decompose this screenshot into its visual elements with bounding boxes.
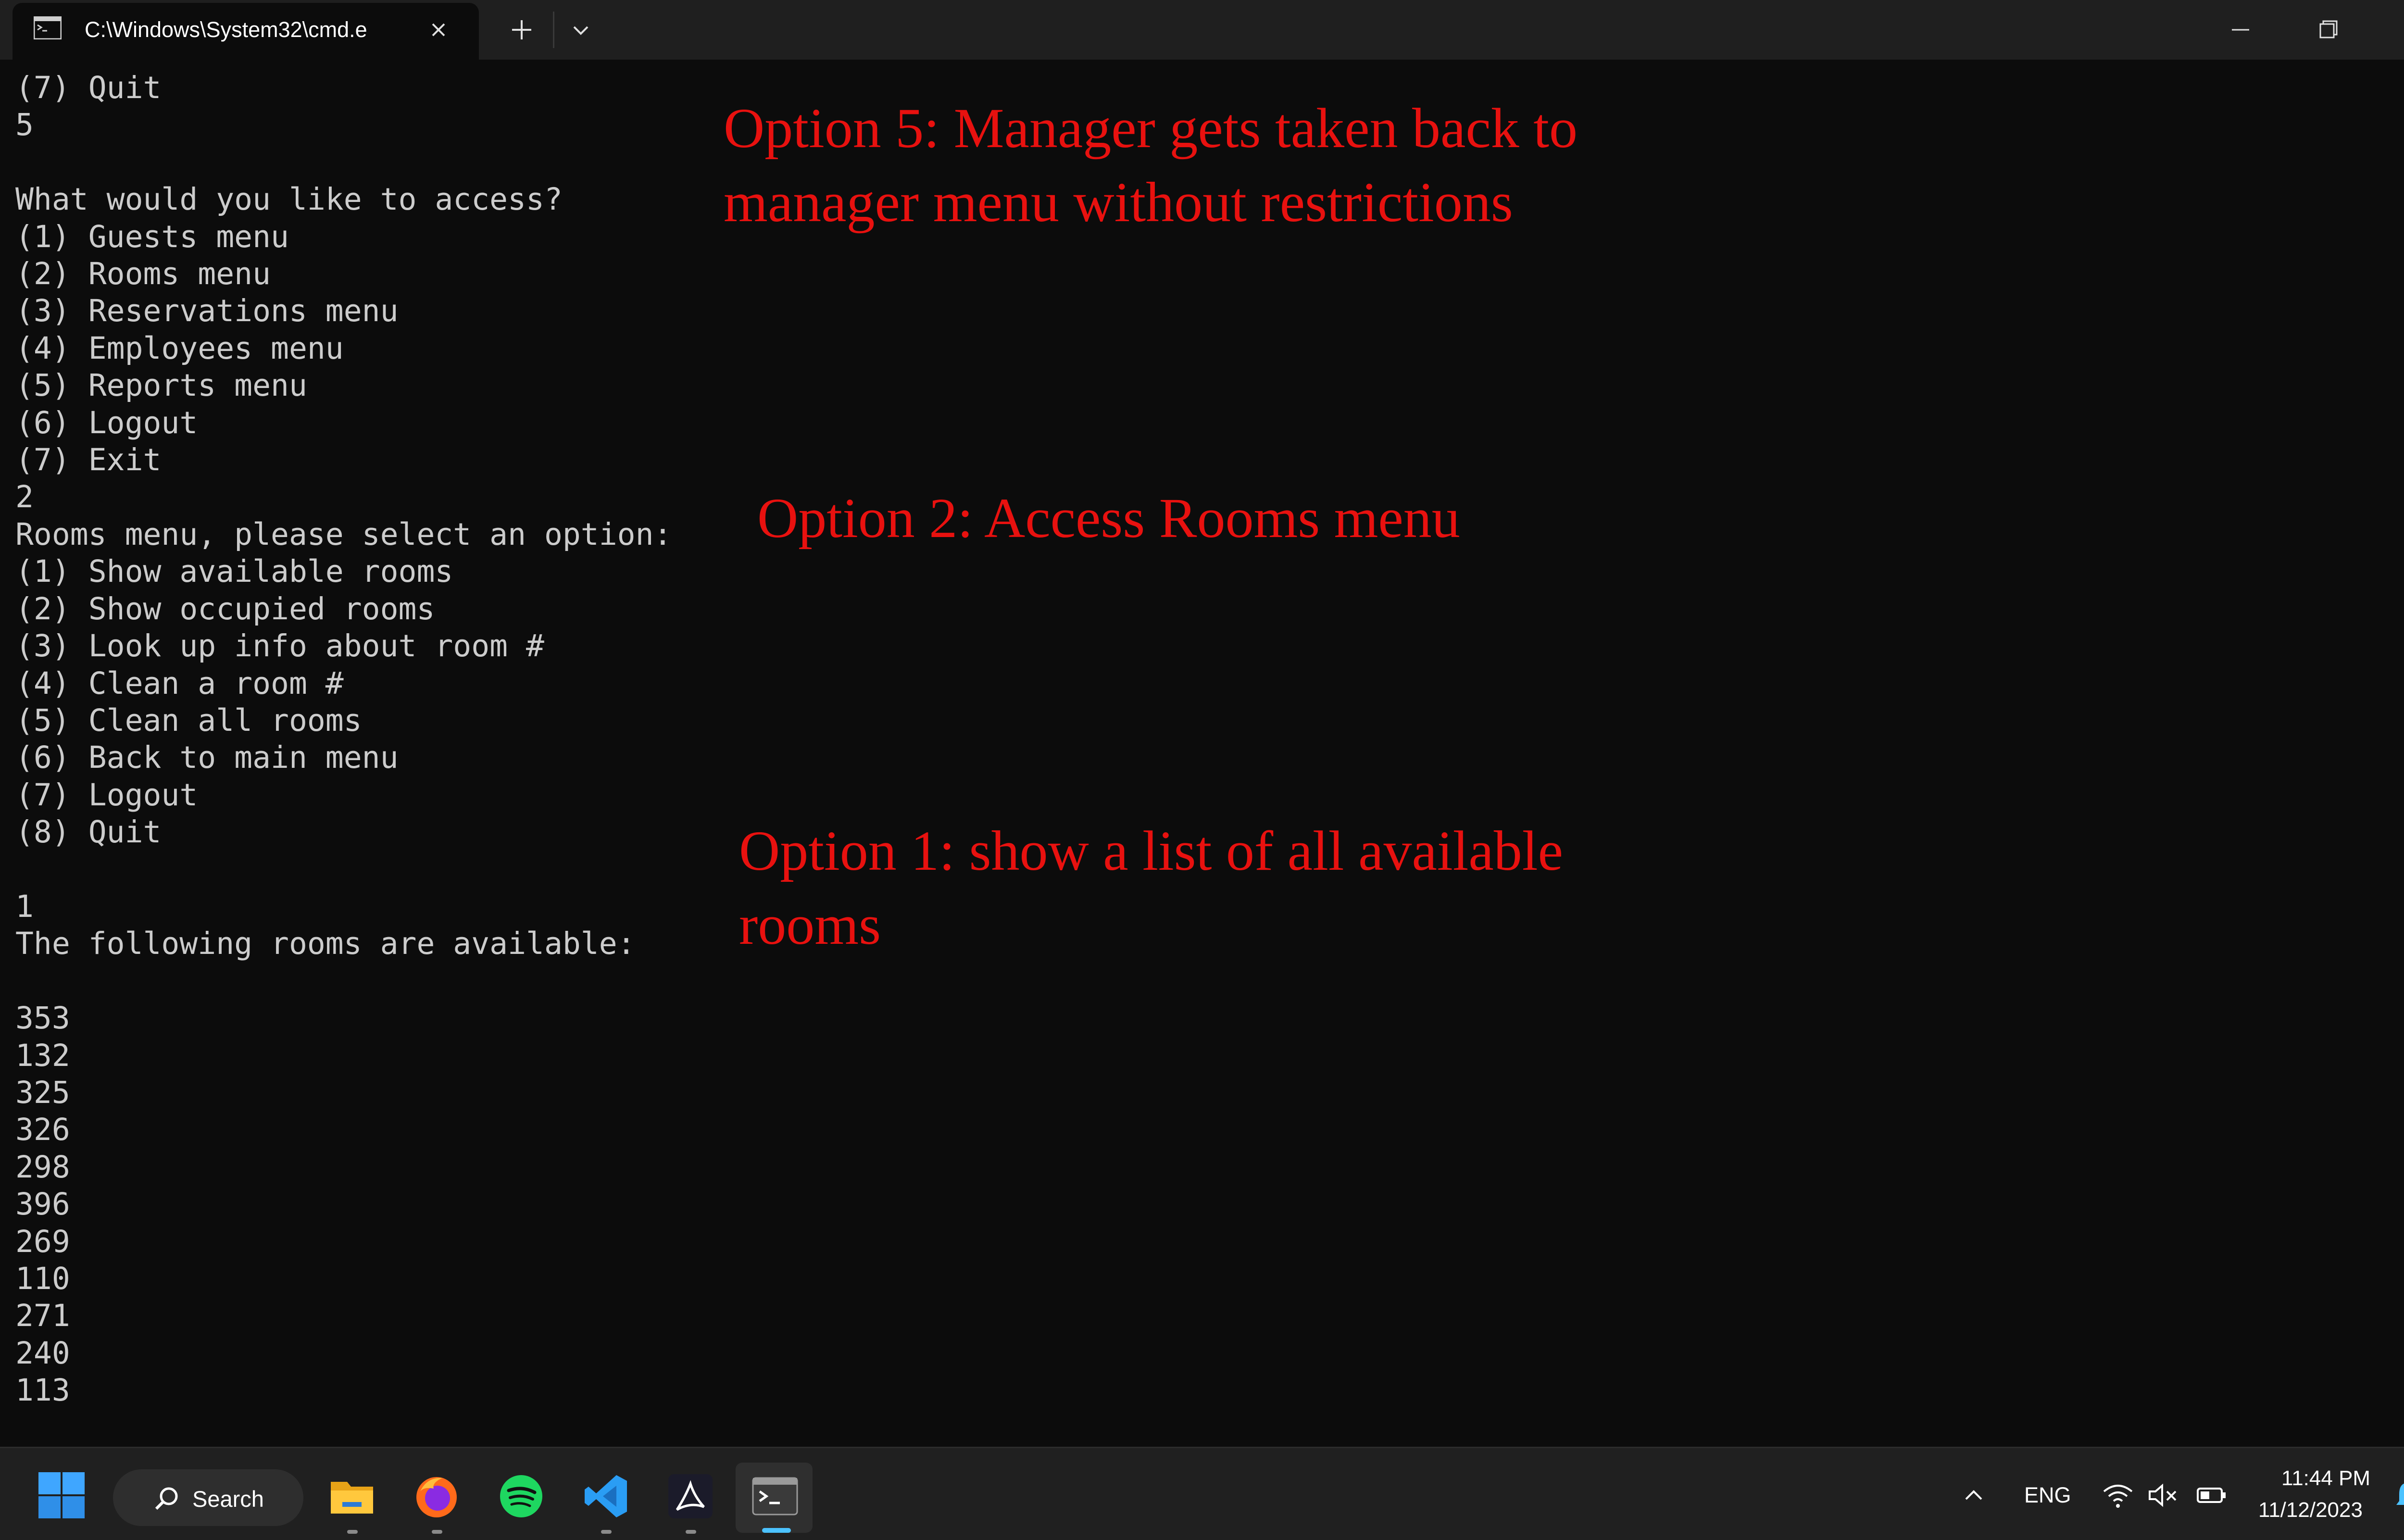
notification-bell-icon[interactable] bbox=[2393, 1479, 2404, 1513]
terminal-line: 298 bbox=[15, 1149, 70, 1185]
firefox-running-indicator bbox=[432, 1530, 442, 1534]
volume-muted-icon[interactable] bbox=[2147, 1480, 2180, 1511]
annotation-option5: Option 5: Manager gets taken back to man… bbox=[724, 97, 1578, 234]
terminal-line: Rooms menu, please select an option: bbox=[15, 516, 672, 552]
clock-time[interactable]: 11:44 PM bbox=[2281, 1466, 2370, 1490]
wifi-icon[interactable] bbox=[2101, 1480, 2135, 1511]
cmd-icon bbox=[34, 16, 62, 39]
terminal-line: (6) Logout bbox=[15, 405, 198, 440]
terminal-line: 325 bbox=[15, 1075, 70, 1110]
terminal-line: (6) Back to main menu bbox=[15, 740, 399, 776]
terminal-line: 269 bbox=[15, 1224, 70, 1259]
tab-cmd[interactable]: C:\Windows\System32\cmd.e bbox=[13, 3, 479, 60]
tab-title: C:\Windows\System32\cmd.e bbox=[85, 17, 367, 42]
terminal-line: (1) Show available rooms bbox=[15, 554, 453, 589]
acrobat-icon[interactable] bbox=[666, 1472, 714, 1520]
terminal-line: 110 bbox=[15, 1261, 70, 1296]
terminal-icon[interactable] bbox=[751, 1472, 799, 1520]
taskbar: Search ENG 11:44 PM 11/12/2023 bbox=[0, 1447, 2404, 1540]
spotify-icon[interactable] bbox=[497, 1472, 545, 1520]
chevron-up-icon[interactable] bbox=[1959, 1483, 1988, 1507]
terminal-line: 2 bbox=[15, 479, 34, 515]
terminal-line: 271 bbox=[15, 1298, 70, 1334]
vscode-icon[interactable] bbox=[582, 1472, 630, 1520]
terminal-line: 353 bbox=[15, 1001, 70, 1036]
close-window-icon[interactable] bbox=[2373, 0, 2404, 60]
tab-separator bbox=[553, 12, 554, 48]
terminal-line: (4) Employees menu bbox=[15, 330, 344, 366]
terminal-line: (7) Quit bbox=[15, 70, 162, 105]
new-tab-plus-icon[interactable] bbox=[502, 11, 541, 49]
terminal-line: What would you like to access? bbox=[15, 182, 563, 217]
file-explorer-icon[interactable] bbox=[328, 1472, 376, 1520]
terminal-line: (8) Quit bbox=[15, 814, 162, 850]
terminal-line: 240 bbox=[15, 1335, 70, 1371]
terminal-output: (7) Quit 5 What would you like to access?… bbox=[15, 69, 672, 1409]
explorer-running-indicator bbox=[347, 1530, 358, 1534]
terminal-line: (5) Clean all rooms bbox=[15, 702, 362, 738]
search-label: Search bbox=[192, 1486, 264, 1512]
search-icon bbox=[155, 1487, 178, 1510]
taskbar-search[interactable]: Search bbox=[113, 1469, 303, 1526]
terminal-line: (3) Reservations menu bbox=[15, 293, 399, 329]
windows-start-icon[interactable] bbox=[38, 1471, 86, 1519]
terminal-line: (2) Rooms menu bbox=[15, 256, 271, 292]
terminal-line: 326 bbox=[15, 1112, 70, 1148]
terminal-line: 113 bbox=[15, 1373, 70, 1408]
chevron-down-icon[interactable] bbox=[562, 11, 600, 49]
terminal-line: The following rooms are available: bbox=[15, 926, 636, 962]
terminal-line: (1) Guests menu bbox=[15, 219, 289, 254]
tab-close-icon[interactable] bbox=[424, 15, 453, 44]
battery-icon[interactable] bbox=[2195, 1480, 2229, 1511]
terminal-line: (4) Clean a room # bbox=[15, 665, 344, 701]
terminal-active-indicator bbox=[762, 1528, 791, 1533]
terminal-line: 132 bbox=[15, 1038, 70, 1073]
terminal-pane[interactable]: (7) Quit 5 What would you like to access?… bbox=[0, 60, 2404, 1447]
terminal-line: 5 bbox=[15, 107, 34, 143]
terminal-line: (7) Exit bbox=[15, 442, 162, 478]
terminal-line: (3) Look up info about room # bbox=[15, 628, 544, 664]
terminal-line: (2) Show occupied rooms bbox=[15, 591, 435, 626]
clock-date[interactable]: 11/12/2023 bbox=[2258, 1498, 2363, 1522]
acrobat-running-indicator bbox=[686, 1530, 696, 1534]
terminal-line: (5) Reports menu bbox=[15, 368, 307, 403]
terminal-line: 1 bbox=[15, 889, 34, 924]
title-bar: C:\Windows\System32\cmd.e bbox=[0, 0, 2404, 60]
language-indicator[interactable]: ENG bbox=[2024, 1483, 2071, 1508]
restore-icon[interactable] bbox=[2285, 0, 2371, 60]
vscode-running-indicator bbox=[601, 1530, 612, 1534]
terminal-line: 396 bbox=[15, 1187, 70, 1222]
annotation-option2: Option 2: Access Rooms menu bbox=[757, 487, 1460, 550]
terminal-line: (7) Logout bbox=[15, 777, 198, 813]
firefox-icon[interactable] bbox=[413, 1472, 461, 1520]
annotation-option1: Option 1: show a list of all available r… bbox=[739, 819, 1563, 956]
minimize-icon[interactable] bbox=[2197, 0, 2284, 60]
